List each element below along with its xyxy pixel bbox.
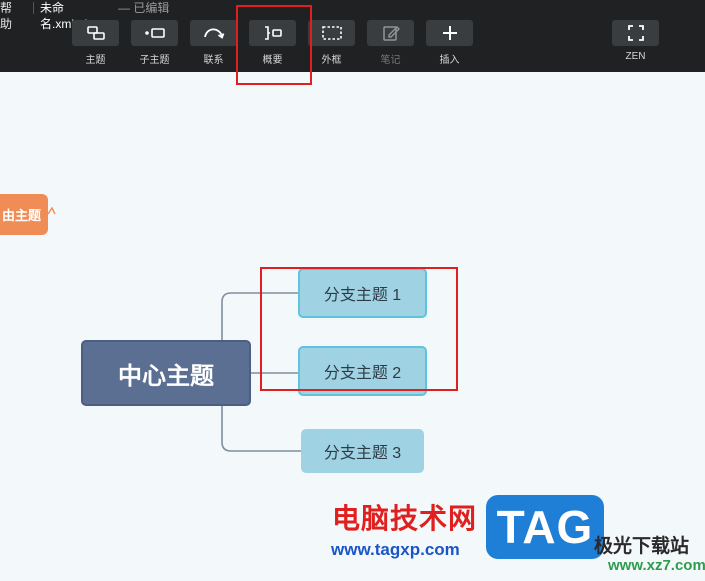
watermark-aurora: 极光下载站 [594,536,690,557]
watermark-tag-logo: TAG [486,495,604,559]
watermark-site-name: 电脑技术网 [332,503,478,534]
central-topic[interactable]: 中心主题 [81,340,251,406]
watermark-xz7-url: www.xz7.com [608,557,705,574]
floating-topic-label: 由主题 [2,208,42,223]
branches-highlight-box [260,267,458,391]
floating-topic[interactable]: 由主题 [0,194,48,235]
watermark-url: www.tagxp.com [331,540,460,559]
central-topic-label: 中心主题 [118,362,214,390]
branch-topic-3-label: 分支主题 3 [323,445,402,462]
branch-topic-3[interactable]: 分支主题 3 [301,429,424,473]
